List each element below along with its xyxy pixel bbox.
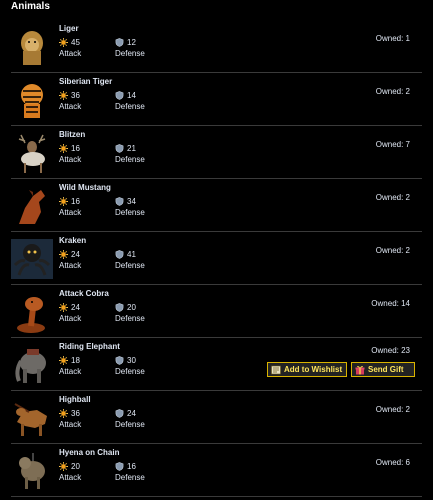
attack-label: Attack [59,208,82,217]
attack-label: Attack [59,367,82,376]
animal-row: Kraken 24 Attack 41 Defense Owned: 2 [11,232,422,285]
defense-stat: 34 Defense [115,196,145,218]
gift-icon [355,365,365,374]
attack-stat: 36 Attack [59,408,81,430]
animal-row: Attack Cobra 24 Attack 20 Defense Owned: 14 [11,285,422,338]
attack-label: Attack [59,314,82,323]
animal-name: Kraken [59,236,87,245]
attack-stat: 20 Attack [59,461,81,483]
attack-label: Attack [59,261,82,270]
animal-row: Blitzen 16 Attack 21 Defense Owned: 7 [11,126,422,179]
hyena-image [11,447,53,493]
attack-stat: 24 Attack [59,302,81,324]
defense-label: Defense [115,208,145,217]
animal-row: Highball 36 Attack 24 Defense Owned: 2 [11,391,422,444]
animal-row: Liger 45 Attack 12 Defense Owned: 1 [11,20,422,73]
animal-name: Highball [59,395,91,404]
send-gift-label: Send Gift [368,365,404,374]
owned-count: Owned: 2 [375,87,410,96]
defense-stat: 24 Defense [115,408,145,430]
defense-label: Defense [115,49,145,58]
defense-stat: 21 Defense [115,143,145,165]
defense-label: Defense [115,102,145,111]
send-gift-button[interactable]: Send Gift [351,362,415,377]
attack-label: Attack [59,49,82,58]
attack-label: Attack [59,155,82,164]
attack-stat: 18 Attack [59,355,81,377]
defense-label: Defense [115,261,145,270]
add-to-wishlist-button[interactable]: Add to Wishlist [267,362,347,377]
add-to-wishlist-label: Add to Wishlist [284,365,343,374]
animal-name: Liger [59,24,79,33]
owned-count: Owned: 2 [375,405,410,414]
tiger-image [11,76,53,122]
attack-stat: 36 Attack [59,90,81,112]
defense-label: Defense [115,473,145,482]
defense-stat: 14 Defense [115,90,145,112]
owned-count: Owned: 7 [375,140,410,149]
attack-label: Attack [59,420,82,429]
attack-stat: 16 Attack [59,143,81,165]
owned-count: Owned: 1 [375,34,410,43]
elephant-image [11,341,53,387]
defense-label: Defense [115,420,145,429]
animals-panel: Animals Liger 45 Attack 12 Defense Owned: 1 Si… [0,0,433,500]
defense-label: Defense [115,314,145,323]
owned-count: Owned: 23 [371,346,410,355]
animal-row: Siberian Tiger 36 Attack 14 Defense Owned: 2 [11,73,422,126]
animal-row: Wild Mustang 16 Attack 34 Defense Owned: 2 [11,179,422,232]
liger-image [11,23,53,69]
animal-row: Hyena on Chain 20 Attack 16 Defense Owned: 6 [11,444,422,497]
owned-count: Owned: 2 [375,246,410,255]
defense-stat: 20 Defense [115,302,145,324]
owned-count: Owned: 14 [371,299,410,308]
reindeer-image [11,129,53,175]
attack-label: Attack [59,102,82,111]
defense-stat: 12 Defense [115,37,145,59]
dog-image [11,394,53,440]
defense-label: Defense [115,367,145,376]
animal-name: Blitzen [59,130,86,139]
animal-name: Wild Mustang [59,183,111,192]
defense-label: Defense [115,155,145,164]
cobra-image [11,288,53,334]
defense-stat: 16 Defense [115,461,145,483]
attack-stat: 16 Attack [59,196,81,218]
kraken-image [11,235,53,281]
attack-label: Attack [59,473,82,482]
animal-name: Hyena on Chain [59,448,120,457]
wishlist-icon [271,365,281,374]
animal-name: Riding Elephant [59,342,120,351]
owned-count: Owned: 2 [375,193,410,202]
attack-stat: 45 Attack [59,37,81,59]
animal-name: Siberian Tiger [59,77,113,86]
page-title: Animals [11,1,50,12]
attack-stat: 24 Attack [59,249,81,271]
owned-count: Owned: 6 [375,458,410,467]
animal-name: Attack Cobra [59,289,109,298]
animal-row: Riding Elephant 18 Attack 30 Defense Owned: 2… [11,338,422,391]
defense-stat: 30 Defense [115,355,145,377]
horse-image [11,182,53,228]
defense-stat: 41 Defense [115,249,145,271]
